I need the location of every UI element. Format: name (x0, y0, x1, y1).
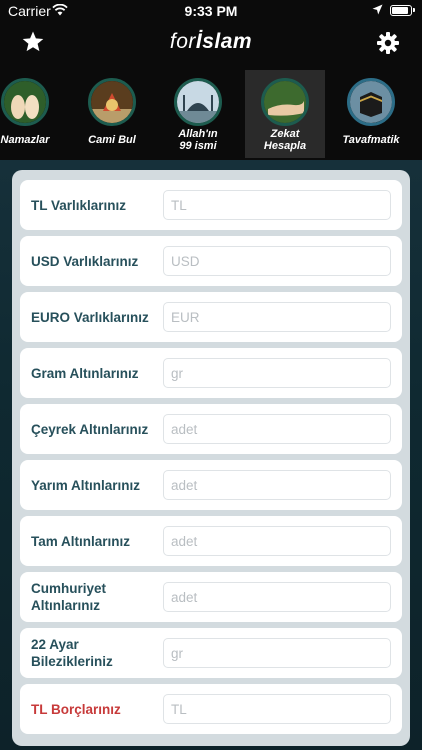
logo-prefix: for (169, 30, 196, 53)
quarter-gold-input[interactable] (163, 414, 391, 444)
field-label: TL Borçlarınız (31, 701, 121, 717)
full-gold-input[interactable] (163, 526, 391, 556)
location-arrow-icon (372, 4, 383, 19)
tab-allah-99-ismi[interactable]: Allah'ın 99 ismi (158, 70, 238, 158)
half-gold-input[interactable] (163, 470, 391, 500)
form-row-gram-gold: Gram Altınlarınız (20, 348, 402, 398)
tab-label: Allah'ın 99 ismi (158, 128, 238, 152)
app-logo: forİslam (0, 30, 422, 54)
field-label: Cumhuriyet Altınlarınız (31, 572, 171, 622)
form-row-quarter-gold: Çeyrek Altınlarınız (20, 404, 402, 454)
field-label-line2: Bilezikleriniz (31, 654, 113, 669)
giving-hand-icon (261, 78, 309, 126)
gear-icon[interactable] (376, 31, 400, 59)
tab-label: Tavafmatik (342, 134, 400, 146)
republic-gold-input[interactable] (163, 582, 391, 612)
kaaba-icon (347, 78, 395, 126)
form-row-republic-gold: Cumhuriyet Altınlarınız (20, 572, 402, 622)
field-label: 22 Ayar Bilezikleriniz (31, 628, 171, 678)
bracelets-input[interactable] (163, 638, 391, 668)
field-label-line1: Cumhuriyet (31, 581, 107, 596)
mosque-silhouette-icon (174, 78, 222, 126)
field-label: USD Varlıklarınız (31, 253, 139, 269)
field-label: Çeyrek Altınlarınız (31, 421, 149, 437)
gram-gold-input[interactable] (163, 358, 391, 388)
tab-label-line2: 99 ismi (179, 140, 217, 152)
form-row-half-gold: Yarım Altınlarınız (20, 460, 402, 510)
field-label: TL Varlıklarınız (31, 197, 127, 213)
battery-icon (390, 5, 415, 16)
field-label: Tam Altınlarınız (31, 533, 131, 549)
clock: 9:33 PM (184, 3, 238, 19)
field-label: Yarım Altınlarınız (31, 477, 141, 493)
status-bar: Carrier 9:33 PM (0, 0, 422, 22)
form-row-full-gold: Tam Altınlarınız (20, 516, 402, 566)
tab-tavafmatik[interactable]: Tavafmatik (331, 70, 411, 158)
tab-label: Namazlar (0, 134, 50, 146)
form-row-tl-debts: TL Borçlarınız (20, 684, 402, 734)
nav-bar: forİslam (0, 22, 422, 68)
asset-form: TL Varlıklarınız USD Varlıklarınız EURO … (12, 170, 410, 746)
tl-debts-input[interactable] (163, 694, 391, 724)
field-label: Gram Altınlarınız (31, 365, 139, 381)
form-row-bracelets: 22 Ayar Bilezikleriniz (20, 628, 402, 678)
praying-hands-icon (1, 78, 49, 126)
tab-label-line1: Allah'ın (178, 128, 218, 140)
field-label-line2: Altınlarınız (31, 598, 101, 613)
field-label: EURO Varlıklarınız (31, 309, 149, 325)
tl-assets-input[interactable] (163, 190, 391, 220)
mosque-map-icon (88, 78, 136, 126)
euro-assets-input[interactable] (163, 302, 391, 332)
tab-zekat-hesapla[interactable]: Zekat Hesapla (245, 70, 325, 158)
form-row-euro: EURO Varlıklarınız (20, 292, 402, 342)
field-label-line1: 22 Ayar (31, 637, 79, 652)
tab-label-line2: Hesapla (263, 140, 307, 152)
usd-assets-input[interactable] (163, 246, 391, 276)
tab-namazlar[interactable]: Namazlar (0, 70, 65, 158)
tab-cami-bul[interactable]: Cami Bul (72, 70, 152, 158)
tab-label: Cami Bul (88, 134, 136, 146)
form-row-tl: TL Varlıklarınız (20, 180, 402, 230)
tab-label: Zekat Hesapla (245, 128, 325, 152)
tab-label-line1: Zekat (270, 128, 300, 140)
feature-tabs: Namazlar Cami Bul Allah'ın 99 ismi Zekat… (0, 70, 422, 160)
zekat-calculator: TL Varlıklarınız USD Varlıklarınız EURO … (0, 160, 422, 750)
logo-main: İslam (195, 30, 253, 53)
form-row-usd: USD Varlıklarınız (20, 236, 402, 286)
